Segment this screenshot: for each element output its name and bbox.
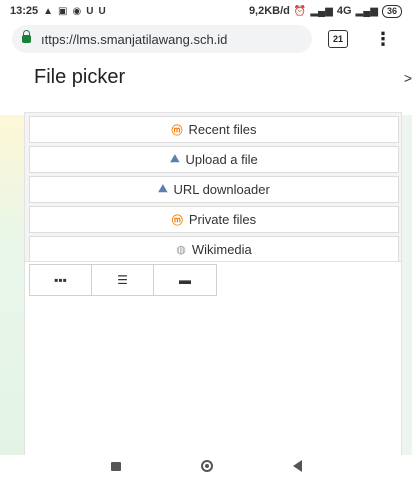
network-type: 4G	[336, 5, 352, 17]
lock-icon	[22, 30, 31, 43]
view-toolbar: ▪▪▪ ☰ ▬	[29, 264, 217, 296]
status-time: 13:25	[10, 5, 39, 17]
alarm-icon: ⏰	[293, 5, 307, 17]
net-speed: 9,2KB/d	[248, 5, 290, 17]
url-bar[interactable]: ıttps://lms.smanjatilawang.sch.id	[12, 25, 312, 53]
close-button[interactable]: >	[404, 70, 412, 86]
moodle-icon: ⓜ	[171, 124, 183, 137]
moodle-icon: ⓜ	[171, 214, 183, 227]
repo-url-downloader[interactable]: ⛰ URL downloader	[29, 176, 399, 203]
list-view-icon[interactable]: ☰	[92, 265, 154, 295]
u-icon: U	[98, 5, 106, 17]
warning-icon: ▲	[43, 5, 54, 17]
home-icon[interactable]	[200, 460, 213, 472]
battery-indicator: 36	[381, 4, 402, 18]
background-decoration-right	[402, 115, 412, 455]
tab-switcher-button[interactable]: 21	[328, 30, 348, 48]
back-icon[interactable]	[292, 460, 302, 472]
upload-icon: ⛰	[170, 153, 180, 165]
browser-toolbar: ıttps://lms.smanjatilawang.sch.id 21 ⋮	[0, 22, 412, 56]
file-picker-header: File picker >	[24, 62, 412, 94]
repo-private-files[interactable]: ⓜ Private files	[29, 206, 399, 233]
repo-wikimedia[interactable]: ◍ Wikimedia	[29, 236, 399, 263]
message-icon: ◉	[72, 5, 82, 17]
u-icon: U	[86, 5, 94, 17]
repo-label: Upload a file	[185, 152, 258, 167]
wikimedia-icon: ◍	[176, 244, 186, 256]
system-nav-bar	[0, 455, 412, 477]
repo-label: URL downloader	[173, 182, 270, 197]
file-picker-title: File picker	[34, 66, 126, 88]
url-text: ıttps://lms.smanjatilawang.sch.id	[41, 31, 228, 47]
repo-label: Private files	[188, 212, 257, 227]
repo-recent-files[interactable]: ⓜ Recent files	[29, 116, 399, 143]
repository-list: ⓜ Recent files ⛰ Upload a file ⛰ URL dow…	[29, 116, 399, 266]
url-icon: ⛰	[158, 183, 168, 195]
more-menu-icon[interactable]: ⋮	[374, 30, 392, 48]
repo-upload-file[interactable]: ⛰ Upload a file	[29, 146, 399, 173]
background-decoration-left	[0, 115, 24, 455]
signal-icon: ▂▄▆	[310, 5, 333, 17]
repo-label: Wikimedia	[191, 242, 252, 257]
status-bar: 13:25 ▲ ▣ ◉ U U 9,2KB/d ⏰ ▂▄▆ 4G ▂▄▆ 36	[0, 0, 412, 22]
folder-view-icon[interactable]: ▬	[154, 265, 216, 295]
grid-view-icon[interactable]: ▪▪▪	[30, 265, 92, 295]
file-picker-body: ⓜ Recent files ⛰ Upload a file ⛰ URL dow…	[24, 112, 402, 455]
signal-icon-2: ▂▄▆	[355, 5, 378, 17]
recent-apps-icon[interactable]	[110, 461, 121, 471]
repo-label: Recent files	[188, 122, 257, 137]
gallery-icon: ▣	[58, 5, 68, 17]
